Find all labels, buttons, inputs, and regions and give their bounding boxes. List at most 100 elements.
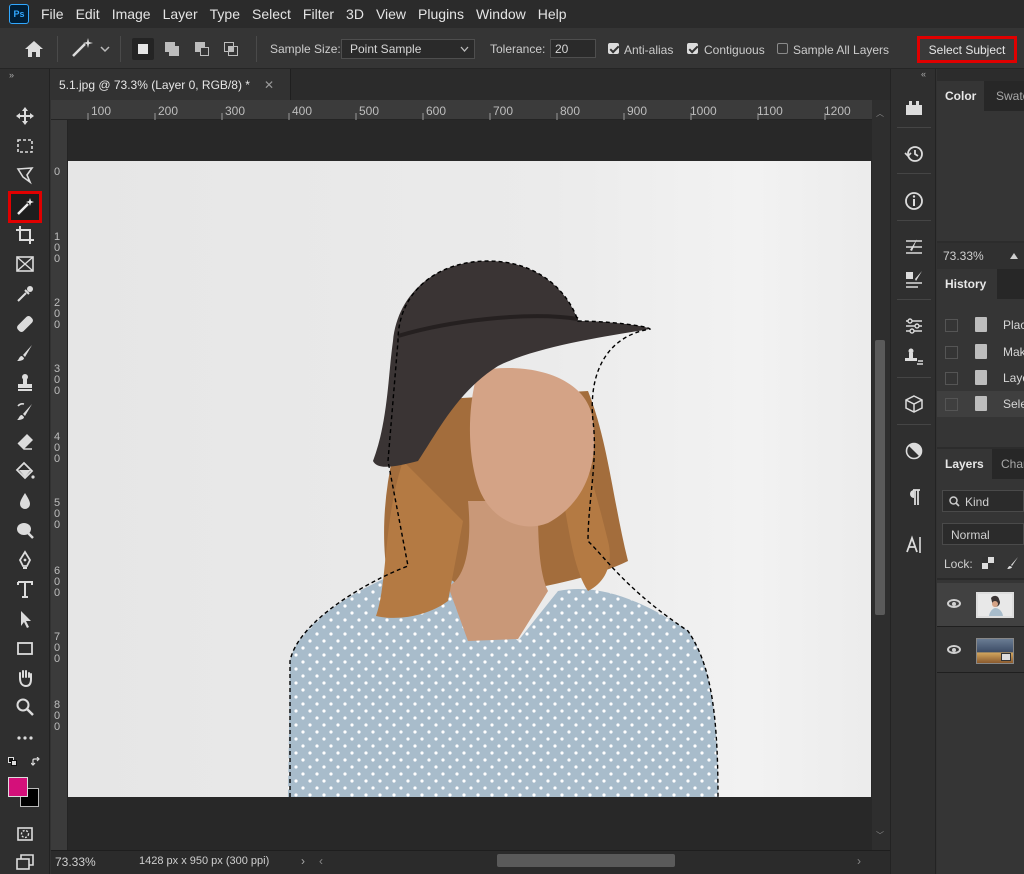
paragraph-icon[interactable]: [902, 485, 926, 509]
marquee-tool-icon[interactable]: [8, 133, 42, 159]
select-subject-button[interactable]: Select Subject: [917, 36, 1017, 63]
history-icon[interactable]: [902, 142, 926, 166]
blend-mode-value: Normal: [951, 528, 990, 542]
tab-color[interactable]: Color: [937, 81, 985, 111]
scroll-left-icon[interactable]: ‹: [319, 854, 323, 868]
brushes-icon[interactable]: [902, 267, 926, 291]
new-selection-button[interactable]: [132, 38, 154, 60]
type-tool-icon[interactable]: [8, 576, 42, 602]
sample-size-dropdown[interactable]: Point Sample: [341, 39, 475, 59]
healing-brush-icon[interactable]: [8, 311, 42, 337]
swap-colors-icon[interactable]: [30, 756, 41, 766]
plugins-icon[interactable]: [902, 96, 926, 120]
menu-layer[interactable]: Layer: [157, 0, 204, 28]
clone-source-icon[interactable]: [902, 345, 926, 369]
frame-tool-icon[interactable]: [8, 251, 42, 277]
menu-edit[interactable]: Edit: [70, 0, 106, 28]
contiguous-checkbox[interactable]: [687, 43, 698, 54]
default-colors-icon[interactable]: [8, 757, 18, 767]
tool-preset-picker[interactable]: [68, 36, 112, 60]
scroll-right-icon[interactable]: ›: [857, 854, 861, 868]
menu-help[interactable]: Help: [532, 0, 573, 28]
status-menu-arrow-icon[interactable]: ›: [301, 854, 305, 868]
horizontal-scroll-thumb[interactable]: [497, 854, 675, 867]
quick-mask-icon[interactable]: [8, 821, 42, 847]
ruler-tick-label: 4 0 0: [54, 431, 61, 465]
history-item[interactable]: Layer: [937, 365, 1024, 391]
channels-icon[interactable]: [902, 439, 926, 463]
photo-canvas[interactable]: [68, 161, 871, 798]
clone-stamp-icon[interactable]: [8, 369, 42, 395]
subtract-from-selection-button[interactable]: [191, 38, 213, 60]
magic-wand-tool-button[interactable]: [8, 191, 42, 223]
eraser-tool-icon[interactable]: [8, 429, 42, 455]
menu-select[interactable]: Select: [246, 0, 297, 28]
sample-all-layers-checkbox[interactable]: [777, 43, 788, 54]
vertical-scroll-thumb[interactable]: [875, 340, 885, 615]
screen-mode-icon[interactable]: [8, 849, 42, 874]
eye-visibility-icon[interactable]: [947, 645, 961, 654]
search-icon: [949, 496, 960, 507]
character-icon[interactable]: [902, 533, 926, 557]
menu-window[interactable]: Window: [470, 0, 532, 28]
sample-size-value: Point Sample: [350, 42, 422, 56]
zoom-out-mountain-icon[interactable]: [1010, 253, 1018, 259]
rectangle-tool-icon[interactable]: [8, 635, 42, 661]
menu-type[interactable]: Type: [204, 0, 246, 28]
eye-visibility-icon[interactable]: [947, 599, 961, 608]
menu-plugins[interactable]: Plugins: [412, 0, 470, 28]
info-icon[interactable]: [902, 189, 926, 213]
foreground-color-swatch[interactable]: [8, 777, 28, 797]
eyedropper-tool-icon[interactable]: [8, 281, 42, 307]
history-item[interactable]: Place: [937, 312, 1024, 338]
blur-tool-icon[interactable]: [8, 488, 42, 514]
scroll-down-icon[interactable]: ﹀: [876, 830, 884, 841]
history-brush-icon[interactable]: [8, 399, 42, 425]
collapse-toolbar-icon[interactable]: »: [9, 70, 14, 80]
tab-channels[interactable]: Channels: [993, 449, 1024, 479]
3d-icon[interactable]: [902, 392, 926, 416]
scroll-up-icon[interactable]: ︿: [876, 108, 884, 119]
adjustments-icon[interactable]: [902, 314, 926, 338]
document-tab[interactable]: 5.1.jpg @ 73.3% (Layer 0, RGB/8) * ✕: [51, 69, 291, 100]
intersect-selection-button[interactable]: [220, 38, 242, 60]
brush-settings-icon[interactable]: [902, 235, 926, 259]
navigator-zoom-value[interactable]: 73.33%: [943, 249, 984, 263]
layer-row-background[interactable]: [937, 629, 1024, 673]
paint-bucket-icon[interactable]: [8, 458, 42, 484]
lock-image-pixels-icon[interactable]: [1006, 556, 1020, 570]
pen-tool-icon[interactable]: [8, 547, 42, 573]
menu-3d[interactable]: 3D: [340, 0, 370, 28]
add-to-selection-button[interactable]: [161, 38, 183, 60]
anti-alias-checkbox[interactable]: [608, 43, 619, 54]
menu-view[interactable]: View: [370, 0, 412, 28]
home-icon[interactable]: [22, 38, 46, 60]
layer-filter-search[interactable]: Kind: [942, 490, 1024, 512]
history-item[interactable]: Make: [937, 339, 1024, 365]
lock-transparent-pixels-icon[interactable]: [982, 557, 994, 569]
zoom-tool-icon[interactable]: [8, 694, 42, 720]
brush-tool-icon[interactable]: [8, 340, 42, 366]
move-tool-icon[interactable]: [8, 103, 42, 129]
zoom-level[interactable]: 73.33%: [55, 855, 96, 869]
crop-tool-icon[interactable]: [8, 222, 42, 248]
path-selection-icon[interactable]: [8, 606, 42, 632]
history-item-selected[interactable]: Select: [937, 391, 1024, 417]
tab-layers[interactable]: Layers: [937, 449, 992, 479]
tolerance-input[interactable]: 20: [550, 39, 596, 58]
close-document-icon[interactable]: ✕: [264, 78, 274, 92]
hand-tool-icon[interactable]: [8, 665, 42, 691]
layer-row-layer-0[interactable]: [937, 583, 1024, 627]
smart-object-icon: [1001, 653, 1011, 661]
menu-image[interactable]: Image: [106, 0, 157, 28]
tab-history[interactable]: History: [937, 269, 997, 299]
lasso-tool-icon[interactable]: [8, 162, 42, 188]
menu-filter[interactable]: Filter: [297, 0, 340, 28]
photoshop-logo-icon[interactable]: Ps: [9, 4, 29, 24]
more-tools-icon[interactable]: [8, 725, 42, 751]
tab-swatches[interactable]: Swatches: [988, 81, 1024, 111]
collapse-dock-icon[interactable]: «: [921, 69, 926, 79]
dodge-tool-icon[interactable]: [8, 517, 42, 543]
blend-mode-dropdown[interactable]: Normal: [942, 523, 1024, 545]
menu-file[interactable]: File: [35, 0, 70, 28]
